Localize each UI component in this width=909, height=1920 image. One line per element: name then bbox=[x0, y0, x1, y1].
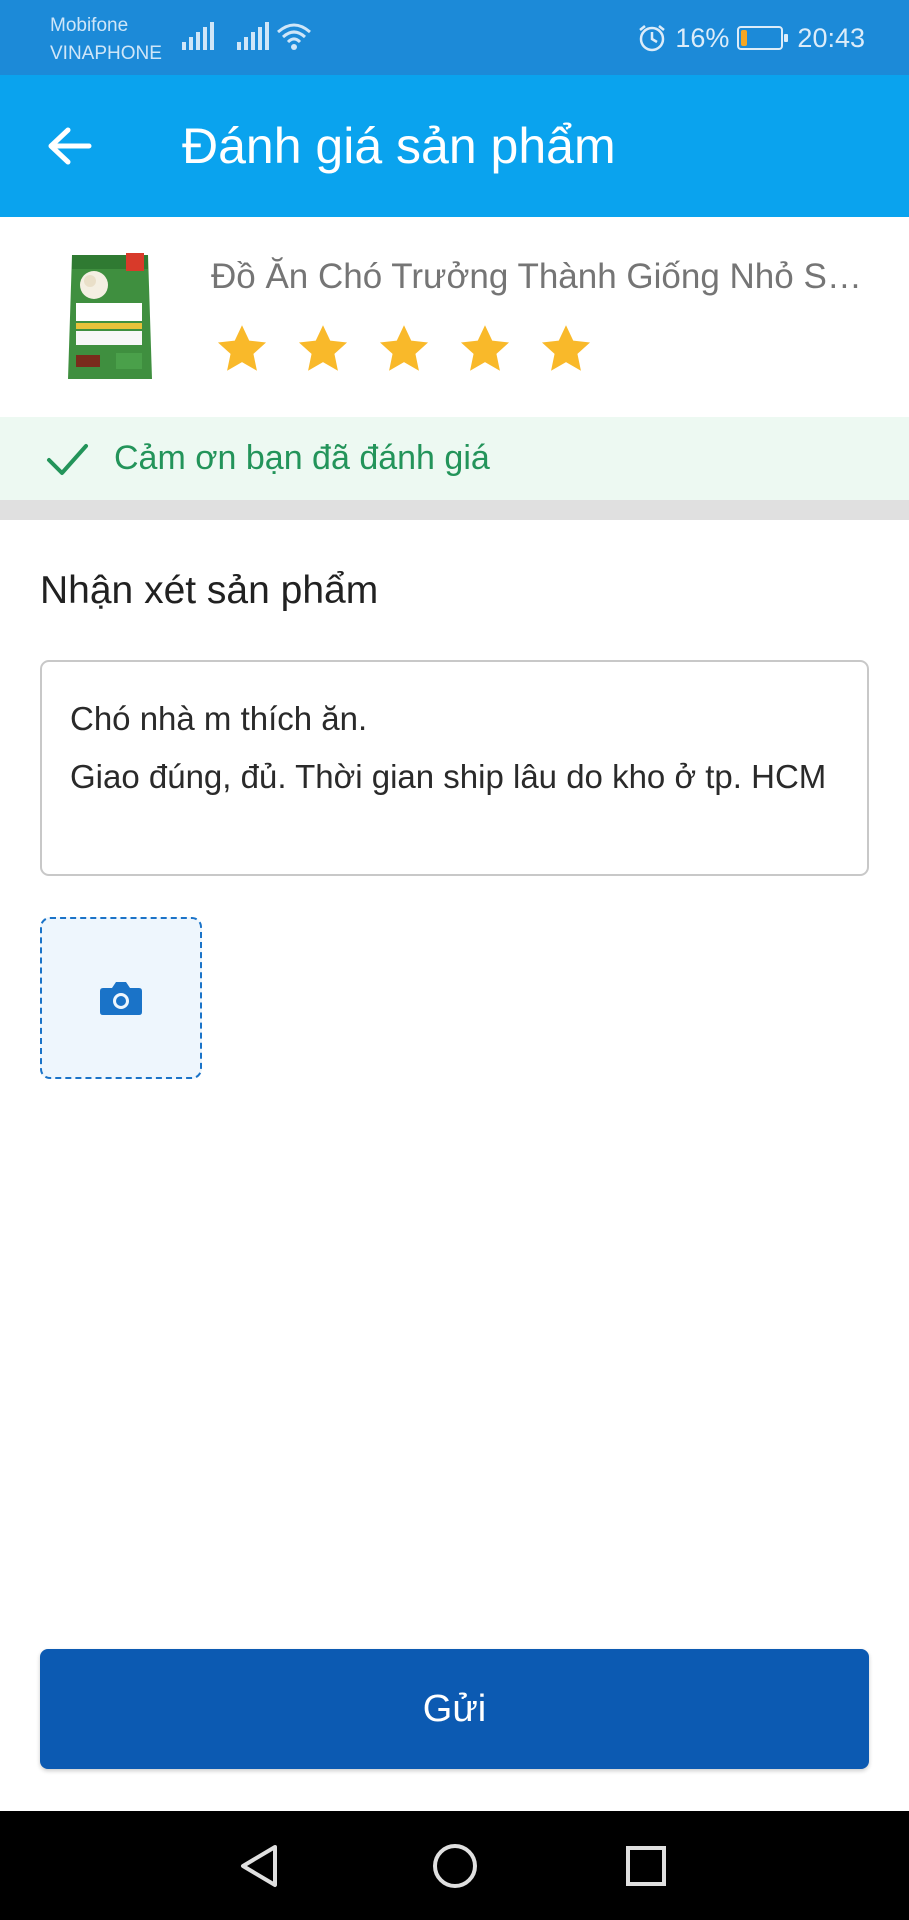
back-button[interactable] bbox=[40, 116, 100, 176]
submit-button[interactable]: Gửi bbox=[40, 1649, 869, 1769]
camera-icon bbox=[100, 982, 142, 1015]
check-icon bbox=[47, 443, 88, 475]
star-icon[interactable] bbox=[375, 321, 433, 377]
star-icon[interactable] bbox=[294, 321, 352, 377]
add-photo-button[interactable] bbox=[40, 917, 202, 1079]
star-icon[interactable] bbox=[456, 321, 514, 377]
signal-icon bbox=[182, 22, 214, 50]
section-divider bbox=[0, 500, 909, 520]
wifi-icon bbox=[277, 23, 311, 50]
page-title: Đánh giá sản phẩm bbox=[182, 118, 616, 174]
star-icon[interactable] bbox=[213, 321, 271, 377]
product-image bbox=[68, 253, 152, 379]
clock: 20:43 bbox=[797, 22, 865, 53]
product-name: Đồ Ăn Chó Trưởng Thành Giống Nhỏ Smarthe… bbox=[211, 257, 871, 296]
carrier-2: VINAPHONE bbox=[50, 43, 162, 64]
status-right: 16% 20:43 bbox=[637, 20, 865, 56]
back-triangle-icon bbox=[241, 1845, 277, 1887]
home-circle-icon bbox=[433, 1844, 477, 1888]
battery-level bbox=[741, 30, 748, 46]
battery-icon bbox=[737, 26, 789, 50]
recents-square-icon bbox=[626, 1846, 666, 1886]
review-section-title: Nhận xét sản phẩm bbox=[40, 569, 379, 612]
thanks-message: Cảm ơn bạn đã đánh giá bbox=[114, 439, 490, 477]
star-icon[interactable] bbox=[537, 321, 595, 377]
alarm-icon bbox=[639, 25, 666, 52]
carrier-1: Mobifone bbox=[50, 15, 129, 36]
review-text-field[interactable]: Chó nhà m thích ăn. Giao đúng, đủ. Thời … bbox=[40, 660, 869, 876]
arrow-left-icon bbox=[48, 127, 92, 165]
nav-recents-button[interactable] bbox=[619, 1839, 673, 1893]
system-nav-bar bbox=[0, 1811, 909, 1920]
nav-back-button[interactable] bbox=[233, 1839, 287, 1893]
nav-home-button[interactable] bbox=[428, 1839, 482, 1893]
status-bar: Mobifone VINAPHONE 16% 20:43 bbox=[0, 0, 909, 75]
app-bar: Đánh giá sản phẩm bbox=[0, 75, 909, 217]
product-summary: Đồ Ăn Chó Trưởng Thành Giống Nhỏ Smarthe… bbox=[0, 217, 909, 417]
signal-icon bbox=[237, 22, 269, 50]
carrier-info: Mobifone VINAPHONE bbox=[50, 12, 162, 68]
battery-percent: 16% bbox=[675, 22, 730, 53]
thanks-banner: Cảm ơn bạn đã đánh giá bbox=[0, 417, 909, 500]
rating-stars[interactable] bbox=[213, 321, 595, 377]
